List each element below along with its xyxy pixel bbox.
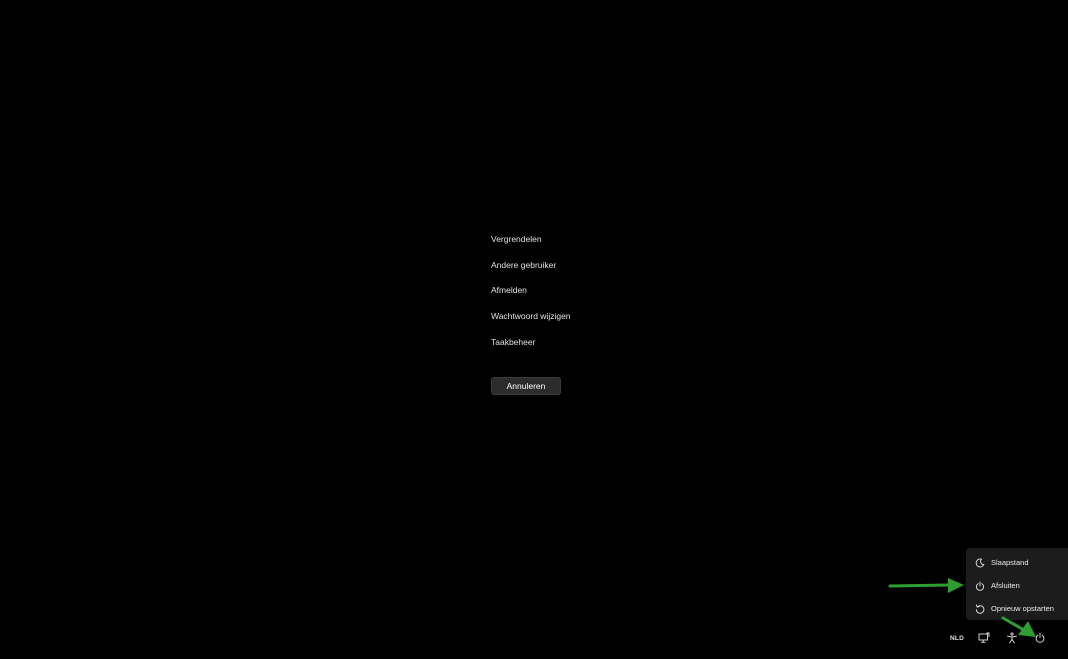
cancel-button[interactable]: Annuleren bbox=[491, 377, 561, 395]
sleep-menu-item[interactable]: Slaapstand bbox=[966, 551, 1068, 574]
shutdown-menu-item[interactable]: Afsluiten bbox=[966, 574, 1068, 597]
language-indicator[interactable]: NLD bbox=[946, 630, 968, 646]
security-options-menu: Vergrendelen Andere gebruiker Afmelden W… bbox=[491, 231, 691, 359]
accessibility-button[interactable] bbox=[1004, 630, 1020, 646]
accessibility-icon bbox=[1006, 632, 1018, 644]
power-button[interactable] bbox=[1032, 630, 1048, 646]
sign-out-option[interactable]: Afmelden bbox=[491, 282, 691, 308]
lock-option[interactable]: Vergrendelen bbox=[491, 231, 691, 257]
power-icon bbox=[975, 580, 985, 591]
change-password-option[interactable]: Wachtwoord wijzigen bbox=[491, 308, 691, 334]
task-manager-option[interactable]: Taakbeheer bbox=[491, 334, 691, 360]
display-icon bbox=[978, 632, 990, 644]
network-display-button[interactable] bbox=[976, 630, 992, 646]
restart-menu-item[interactable]: Opnieuw opstarten bbox=[966, 597, 1068, 620]
annotation-arrow-shutdown bbox=[888, 578, 964, 593]
sleep-label: Slaapstand bbox=[991, 558, 1029, 567]
secure-desktop-screen: Vergrendelen Andere gebruiker Afmelden W… bbox=[0, 0, 1068, 659]
shutdown-label: Afsluiten bbox=[991, 581, 1020, 590]
power-flyout-menu: Slaapstand Afsluiten Opnieuw opstarten bbox=[966, 548, 1068, 620]
moon-icon bbox=[975, 558, 985, 568]
restart-icon bbox=[975, 603, 985, 614]
switch-user-option[interactable]: Andere gebruiker bbox=[491, 257, 691, 283]
power-icon bbox=[1034, 632, 1046, 644]
restart-label: Opnieuw opstarten bbox=[991, 604, 1054, 613]
